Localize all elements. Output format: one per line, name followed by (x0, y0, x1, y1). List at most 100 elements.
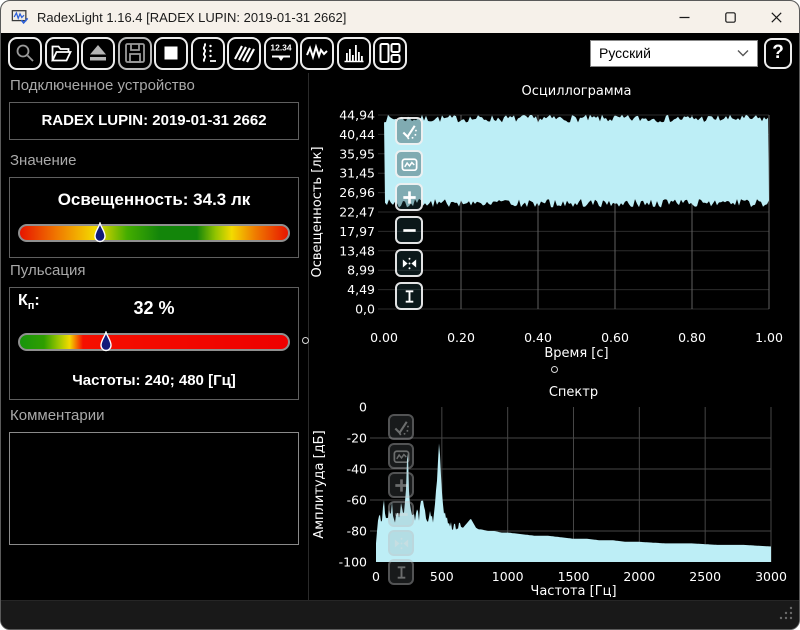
maximize-button[interactable] (707, 1, 753, 33)
numeric-display-icon: 12.34 (268, 40, 294, 66)
zoom-out-icon (392, 505, 411, 524)
resize-grip[interactable] (778, 605, 794, 621)
oscillogram-view-button[interactable] (300, 37, 334, 70)
chart-autoscale-button[interactable] (395, 117, 423, 145)
oscillogram-chart-toolbar (395, 117, 423, 315)
autoscale-icon (392, 418, 411, 437)
svg-text:Спектр: Спектр (549, 385, 598, 400)
svg-text:0.80: 0.80 (678, 330, 706, 345)
illuminance-reading: Освещенность: 34.3 лк (10, 190, 298, 210)
chart-fit-horizontal-button[interactable] (388, 530, 414, 556)
help-label: ? (772, 42, 784, 64)
close-button[interactable] (753, 1, 799, 33)
svg-text:Частота [Гц]: Частота [Гц] (530, 584, 616, 599)
oscillogram-svg: Осциллограмма0,04,498,9913,4817,9722,472… (311, 81, 795, 363)
illuminance-gauge (18, 224, 290, 242)
chart-fit-view-button[interactable] (388, 443, 414, 469)
svg-text:12.34: 12.34 (270, 43, 292, 53)
zoom-out-icon (400, 221, 419, 240)
zoom-in-icon (392, 476, 411, 495)
chart-fit-horizontal-button[interactable] (395, 249, 423, 277)
signal-trace-button[interactable] (191, 37, 225, 70)
rays-hatch-icon (231, 40, 257, 66)
spectrum-chart-toolbar (388, 414, 414, 588)
fit-horizontal-icon (392, 534, 411, 553)
svg-text:31,45: 31,45 (339, 166, 375, 181)
svg-text:2500: 2500 (689, 569, 721, 584)
fit-view-icon (400, 155, 419, 174)
drop-marker-icon (100, 331, 112, 354)
svg-text:8,99: 8,99 (347, 263, 375, 278)
svg-text:0.20: 0.20 (447, 330, 475, 345)
chart-fit-view-button[interactable] (395, 150, 423, 178)
svg-text:1500: 1500 (558, 569, 590, 584)
minimize-button[interactable] (661, 1, 707, 33)
svg-text:40,44: 40,44 (339, 127, 375, 142)
stop-square-icon (158, 40, 184, 66)
svg-text:3000: 3000 (755, 569, 787, 584)
svg-text:13,48: 13,48 (339, 243, 375, 258)
svg-text:22,47: 22,47 (339, 205, 375, 220)
chart-fit-vertical-button[interactable] (388, 559, 414, 585)
fit-vertical-icon (400, 287, 419, 306)
fit-horizontal-icon (400, 254, 419, 273)
svg-text:0.60: 0.60 (601, 330, 629, 345)
svg-text:4,49: 4,49 (347, 282, 375, 297)
language-select[interactable]: Русский (590, 40, 758, 67)
window-title: RadexLight 1.16.4 [RADEX LUPIN: 2019-01-… (37, 10, 346, 25)
svg-text:0.00: 0.00 (370, 330, 398, 345)
svg-text:1000: 1000 (492, 569, 524, 584)
svg-text:2000: 2000 (623, 569, 655, 584)
stop-button[interactable] (154, 37, 188, 70)
search-icon (12, 40, 38, 66)
chart-zoom-in-button[interactable] (388, 472, 414, 498)
chart-autoscale-button[interactable] (388, 414, 414, 440)
fit-view-icon (392, 447, 411, 466)
svg-text:44,94: 44,94 (339, 108, 375, 123)
chart-zoom-in-button[interactable] (395, 183, 423, 211)
close-icon (771, 12, 782, 23)
comments-input[interactable] (9, 432, 299, 545)
chart-fit-vertical-button[interactable] (395, 282, 423, 310)
spectrum-chart: Спектр0-20-40-60-80-10005001000150020002… (311, 363, 795, 601)
help-button[interactable]: ? (764, 38, 792, 69)
fit-vertical-icon (392, 563, 411, 582)
svg-text:0: 0 (372, 569, 380, 584)
svg-text:0,0: 0,0 (355, 302, 375, 317)
vertical-splitter[interactable] (308, 73, 309, 600)
svg-text:500: 500 (430, 569, 454, 584)
comments-section-label: Комментарии (10, 407, 104, 424)
waveform-icon (304, 40, 330, 66)
save-button[interactable] (118, 37, 152, 70)
chart-zoom-out-button[interactable] (395, 216, 423, 244)
layout-button[interactable] (373, 37, 407, 70)
toolbar: 12.34 Русский ? (1, 34, 799, 72)
eject-device-button[interactable] (81, 37, 115, 70)
open-folder-icon (49, 40, 75, 66)
search-device-button[interactable] (8, 37, 42, 70)
vertical-splitter-grip[interactable] (302, 337, 309, 344)
chart-zoom-out-button[interactable] (388, 501, 414, 527)
svg-text:-40: -40 (347, 462, 367, 477)
svg-text:17,97: 17,97 (339, 224, 375, 239)
signal-trace-icon (195, 40, 221, 66)
svg-text:Освещенность [лк]: Освещенность [лк] (311, 146, 325, 277)
svg-text:1.00: 1.00 (755, 330, 783, 345)
oscillogram-chart: Осциллограмма0,04,498,9913,4817,9722,472… (311, 81, 795, 363)
status-bar (1, 600, 799, 630)
app-logo-icon (11, 8, 29, 26)
spectrum-view-button[interactable] (337, 37, 371, 70)
device-section-label: Подключенное устройство (10, 77, 195, 94)
numeric-display-button[interactable]: 12.34 (264, 37, 298, 70)
pulsation-section-label: Пульсация (10, 262, 85, 279)
save-floppy-icon (122, 40, 148, 66)
rays-button[interactable] (227, 37, 261, 70)
minimize-icon (679, 12, 690, 23)
open-file-button[interactable] (45, 37, 79, 70)
zoom-in-icon (400, 188, 419, 207)
eject-icon (85, 40, 111, 66)
device-box: RADEX LUPIN: 2019-01-31 2662 (9, 102, 299, 140)
autoscale-icon (400, 122, 419, 141)
kp-label: Кп: (18, 292, 40, 312)
svg-text:26,96: 26,96 (339, 185, 375, 200)
